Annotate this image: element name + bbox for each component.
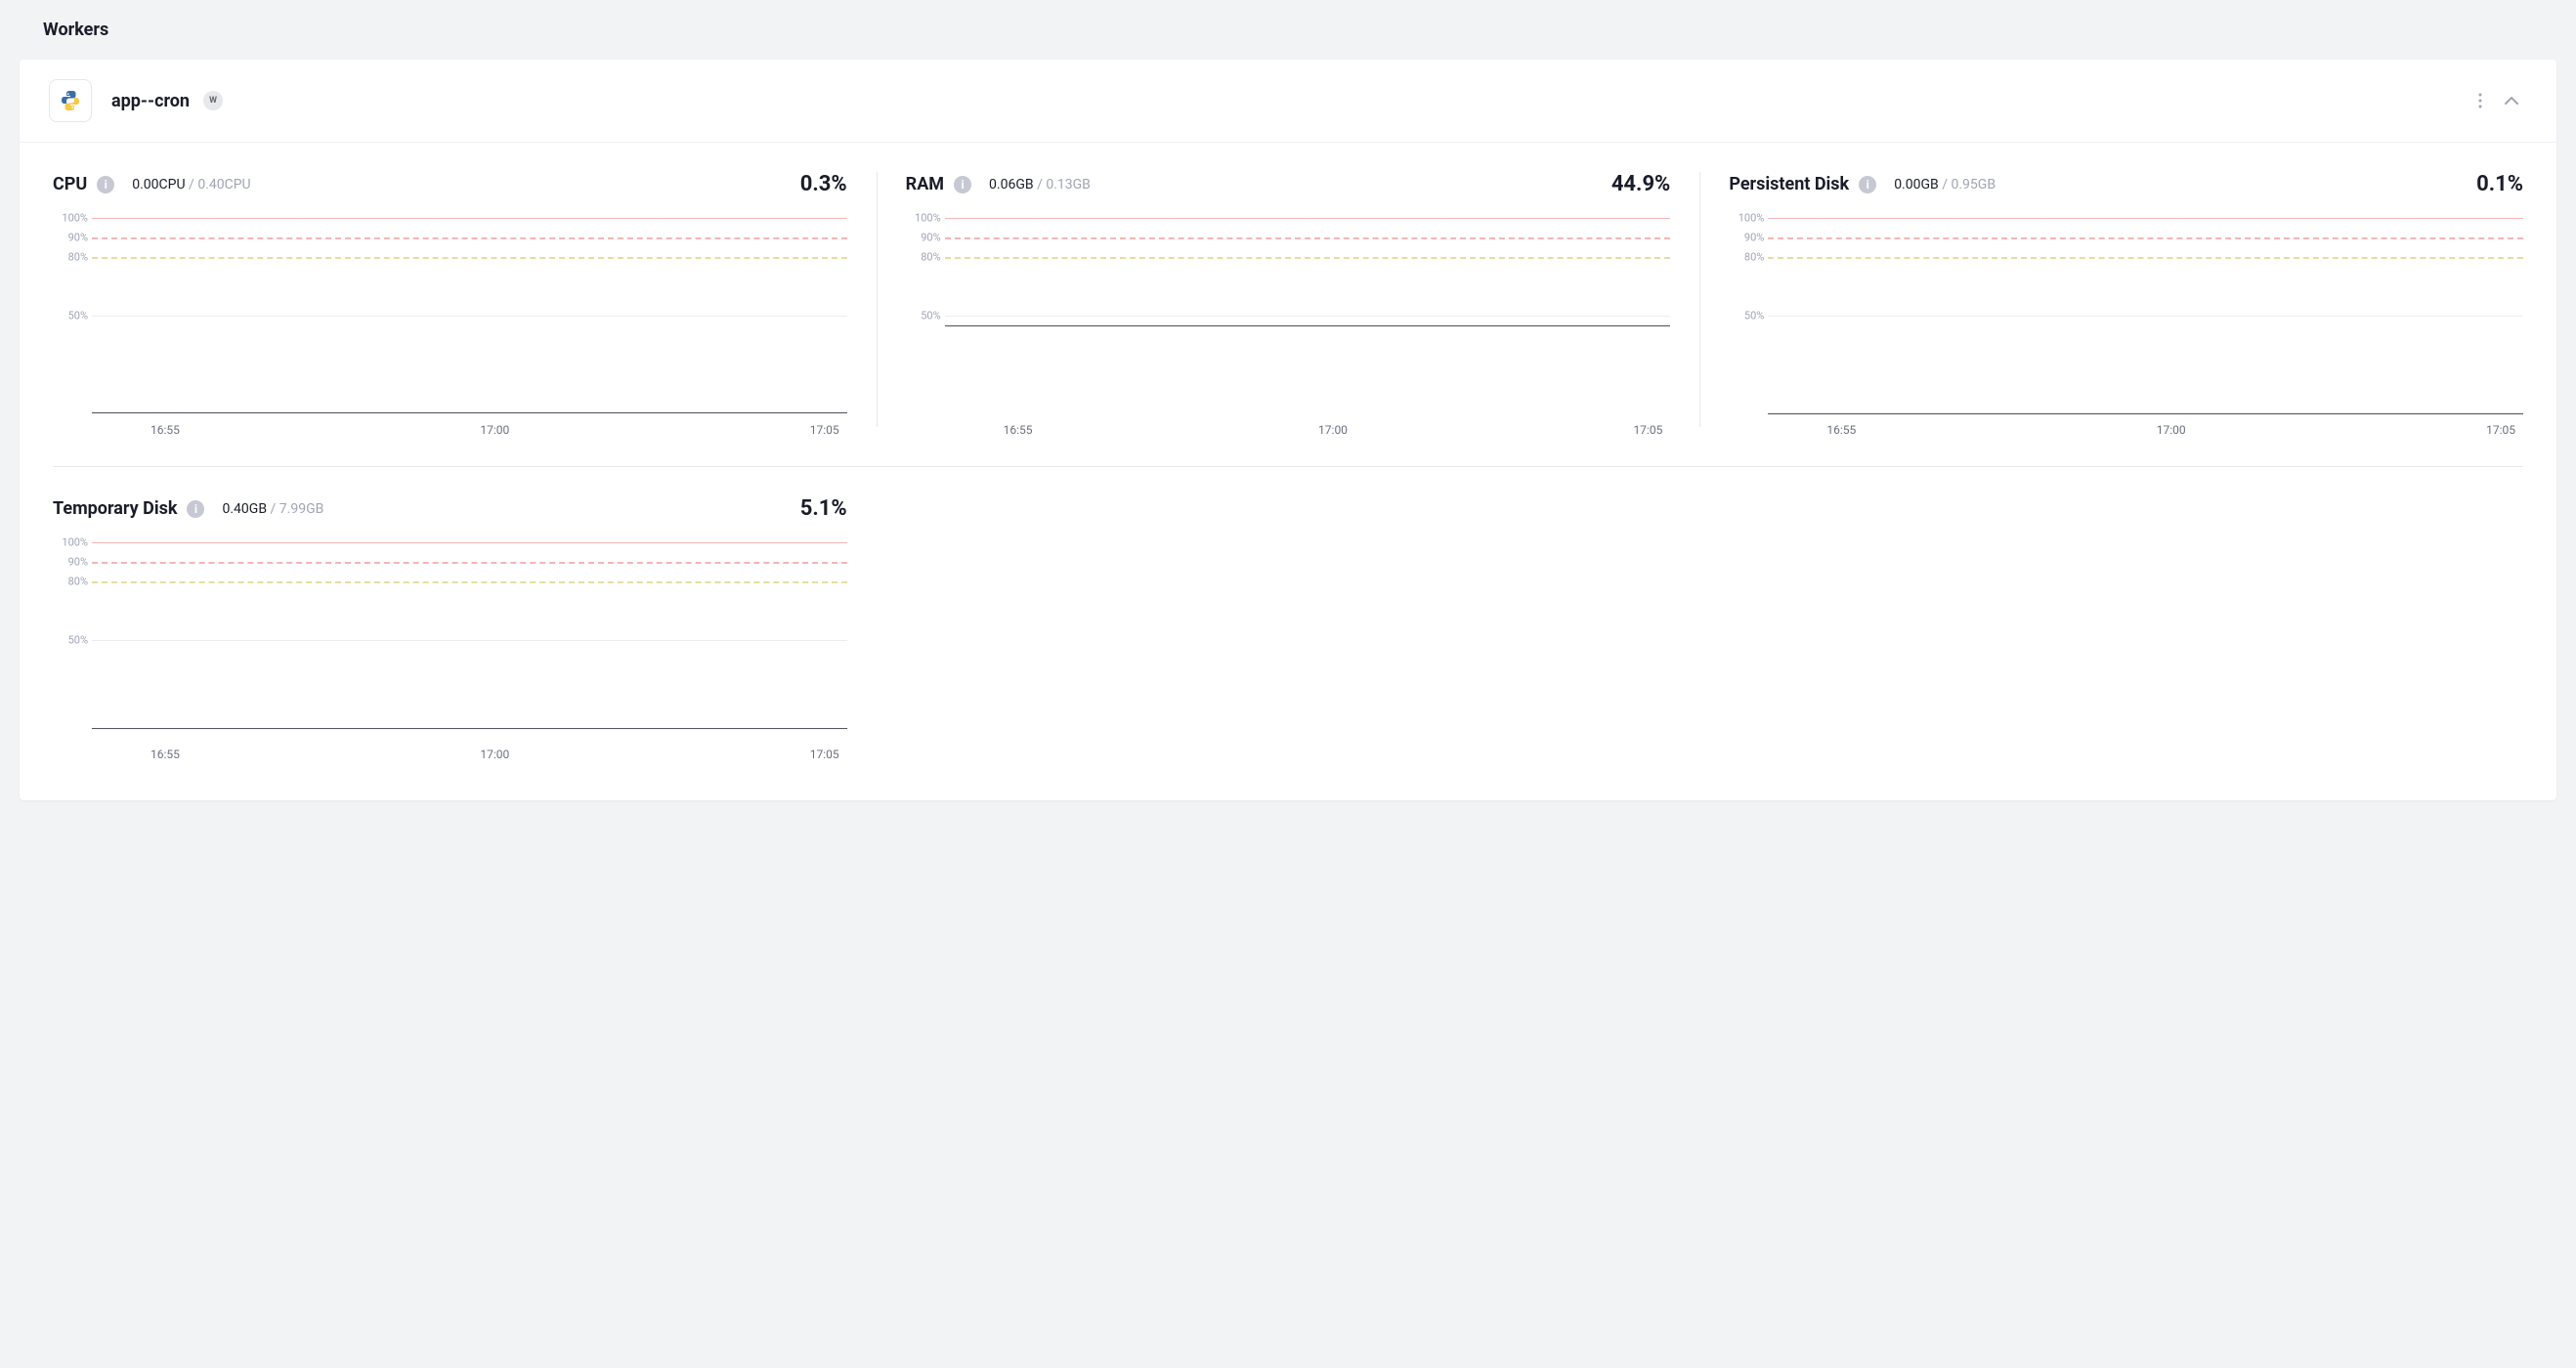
- x-label: 16:55: [945, 423, 1224, 437]
- y-label: 100%: [915, 212, 941, 225]
- x-label: 17:00: [1224, 423, 1443, 437]
- metric-used: 0.40GB: [222, 501, 267, 517]
- more-options-icon[interactable]: [2465, 85, 2496, 116]
- y-label: 90%: [921, 232, 940, 244]
- x-label: 17:00: [380, 423, 610, 437]
- chart-pdisk: 100% 90% 80% 50%: [1729, 218, 2523, 413]
- divider: /: [186, 177, 198, 192]
- metric-percent: 0.1%: [2476, 172, 2523, 196]
- y-label: 100%: [62, 212, 88, 225]
- y-label: 50%: [921, 310, 940, 322]
- metric-title: Persistent Disk: [1729, 174, 1849, 194]
- y-label: 100%: [62, 536, 88, 549]
- metric-usage: 0.40GB / 7.99GB: [222, 501, 323, 517]
- metric-used: 0.00GB: [1894, 177, 1939, 192]
- worker-header: app--cron W: [20, 60, 2556, 143]
- x-label: 17:05: [610, 748, 847, 761]
- x-label: 17:05: [2286, 423, 2523, 437]
- x-label: 17:00: [2056, 423, 2286, 437]
- worker-card: app--cron W CPU i 0.00CPU / 0.40CPU: [20, 60, 2556, 800]
- divider: [53, 466, 2523, 467]
- chart-ram: 100% 90% 80% 50%: [906, 218, 1671, 413]
- worker-type-badge: W: [203, 91, 223, 110]
- x-label: 16:55: [1768, 423, 2056, 437]
- y-label: 90%: [1744, 232, 1764, 244]
- chart-tdisk: 100% 90% 80% 50%: [53, 542, 847, 738]
- metric-cpu: CPU i 0.00CPU / 0.40CPU 0.3% 100% 90% 80…: [53, 172, 877, 437]
- metrics-row-1: CPU i 0.00CPU / 0.40CPU 0.3% 100% 90% 80…: [53, 172, 2523, 437]
- metric-percent: 0.3%: [800, 172, 847, 196]
- metric-tdisk: Temporary Disk i 0.40GB / 7.99GB 5.1% 10…: [53, 496, 877, 761]
- y-label: 50%: [68, 310, 88, 322]
- y-label: 100%: [1739, 212, 1765, 225]
- x-label: 16:55: [92, 423, 380, 437]
- x-label: 16:55: [92, 748, 380, 761]
- divider: /: [1939, 177, 1952, 192]
- metric-title: RAM: [906, 174, 944, 194]
- metric-used: 0.00CPU: [132, 177, 185, 192]
- metric-max: 0.13GB: [1046, 177, 1091, 192]
- x-label: 17:05: [610, 423, 847, 437]
- y-label: 80%: [68, 251, 88, 264]
- python-icon: [49, 79, 92, 122]
- metrics-row-2: Temporary Disk i 0.40GB / 7.99GB 5.1% 10…: [53, 496, 2523, 761]
- chart-cpu: 100% 90% 80% 50%: [53, 218, 847, 413]
- worker-name: app--cron: [111, 91, 190, 111]
- y-label: 80%: [1744, 251, 1764, 264]
- info-icon[interactable]: i: [1859, 176, 1876, 193]
- y-label: 90%: [68, 232, 88, 244]
- divider: /: [1034, 177, 1047, 192]
- y-label: 50%: [68, 634, 88, 647]
- metric-max: 0.40CPU: [197, 177, 250, 192]
- metric-usage: 0.00GB / 0.95GB: [1894, 177, 1996, 192]
- y-label: 50%: [1744, 310, 1764, 322]
- metric-pdisk: Persistent Disk i 0.00GB / 0.95GB 0.1% 1…: [1699, 172, 2523, 437]
- section-title: Workers: [20, 20, 2556, 40]
- info-icon[interactable]: i: [97, 176, 114, 193]
- metric-percent: 44.9%: [1611, 172, 1671, 196]
- metric-ram: RAM i 0.06GB / 0.13GB 44.9% 100% 90% 80%…: [877, 172, 1700, 437]
- y-label: 90%: [68, 556, 88, 569]
- divider: /: [267, 501, 279, 517]
- metric-percent: 5.1%: [800, 496, 847, 521]
- y-label: 80%: [921, 251, 940, 264]
- x-label: 17:00: [380, 748, 610, 761]
- info-icon[interactable]: i: [954, 176, 971, 193]
- metric-usage: 0.06GB / 0.13GB: [989, 177, 1091, 192]
- metric-usage: 0.00CPU / 0.40CPU: [132, 177, 250, 192]
- info-icon[interactable]: i: [187, 500, 204, 518]
- metric-title: Temporary Disk: [53, 498, 177, 519]
- chevron-up-icon[interactable]: [2496, 85, 2527, 116]
- x-label: 17:05: [1442, 423, 1670, 437]
- metric-max: 7.99GB: [279, 501, 324, 517]
- metrics-body: CPU i 0.00CPU / 0.40CPU 0.3% 100% 90% 80…: [20, 143, 2556, 800]
- metric-title: CPU: [53, 174, 87, 194]
- metric-max: 0.95GB: [1951, 177, 1996, 192]
- y-label: 80%: [68, 576, 88, 588]
- metric-used: 0.06GB: [989, 177, 1034, 192]
